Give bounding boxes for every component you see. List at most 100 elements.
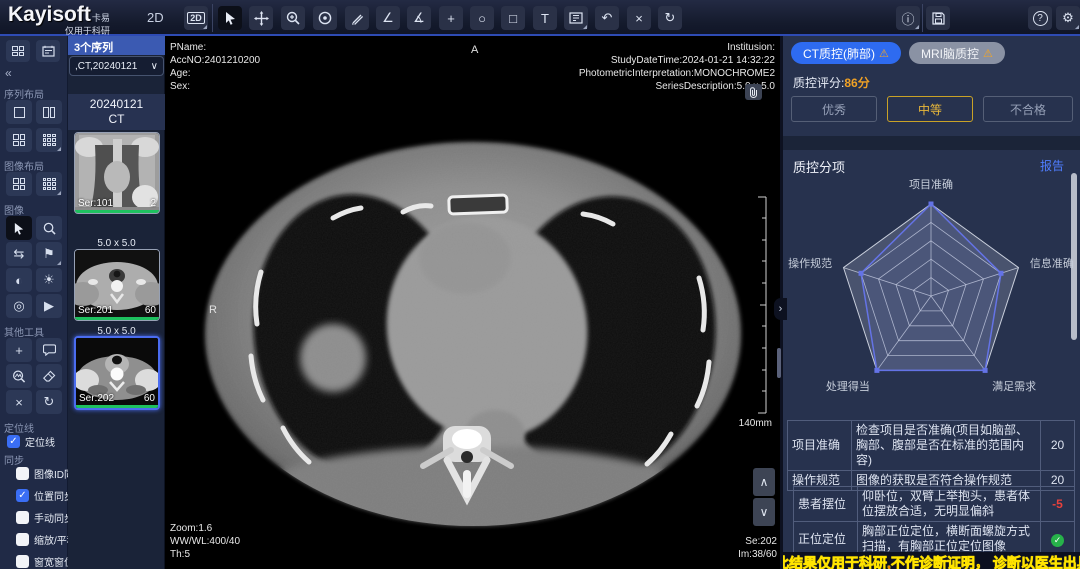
pan-tool-button[interactable] [249, 6, 273, 30]
img-layout-2x2-icon [13, 178, 25, 190]
grade-fail-button[interactable]: 不合格 [983, 96, 1073, 122]
panel-grid-toggle-button[interactable] [6, 40, 30, 62]
cursor-icon [224, 11, 237, 25]
image-cursor-button[interactable] [6, 216, 32, 240]
rect-roi-button[interactable]: □ [501, 6, 525, 30]
img-layout-2x2-button[interactable] [6, 172, 32, 196]
chevron-down-icon: ∨ [760, 505, 769, 519]
comment-tool-button[interactable] [36, 338, 62, 362]
warning-icon: ⚠ [879, 47, 889, 60]
cine-icon [569, 12, 583, 24]
cobb-angle-button[interactable]: ∡ [407, 6, 431, 30]
panel-grid-icon [12, 46, 24, 56]
layout-1x2-button[interactable] [36, 100, 62, 124]
img-layout-3x3-button[interactable] [36, 172, 62, 196]
qc-main-table: 项目准确 检查项目是否准确(项目如脑部、胸部、腹部是否在标准的范围内容) 20 … [787, 420, 1075, 491]
series-dropdown[interactable]: ,CT,20240121 ∨ [69, 56, 164, 76]
image-play-button[interactable]: ▶ [36, 294, 62, 318]
checkbox-loc-line[interactable]: ✓ 定位线 [7, 434, 55, 448]
series-dropdown-value: ,CT,20240121 [75, 61, 137, 72]
qc-score-label: 质控评分: [793, 76, 844, 90]
cobb-angle-icon: ∡ [413, 10, 425, 26]
undo-button[interactable]: ↶ [595, 6, 619, 30]
image-target-button[interactable]: ◎ [6, 294, 32, 318]
link-series-button[interactable] [745, 84, 762, 100]
crosshair-icon: + [447, 11, 455, 26]
mode-2d-label: 2D [147, 10, 164, 25]
help-button[interactable]: ? [1028, 6, 1052, 30]
2d-box-icon: 2D [187, 12, 205, 24]
qc-item-name: 项目准确 [788, 421, 852, 471]
cursor-tool-button[interactable] [218, 6, 242, 30]
checkbox-manual-sync[interactable]: 手动同步 [16, 510, 74, 524]
overlay-sex: Sex: [170, 80, 260, 93]
series-thumbnail-201[interactable]: Ser:201 60 [74, 249, 160, 321]
report-panel-toggle-button[interactable] [36, 40, 60, 62]
table-row: 患者摆位 仰卧位，双臂上举抱头，患者体位摆放合适，无明显偏斜 -5 [794, 487, 1075, 522]
section-sync: 同步 [4, 452, 24, 467]
window-level-button[interactable] [313, 6, 337, 30]
layout-3x3-button[interactable] [36, 128, 62, 152]
image-search-button[interactable] [36, 216, 62, 240]
text-icon: T [541, 11, 549, 26]
series-thumbnail-101[interactable]: Ser:101 2 [74, 132, 160, 214]
image-flip-button[interactable]: ⇆ [6, 242, 32, 266]
add-tool-button[interactable]: + [6, 338, 32, 362]
layout-1x1-button[interactable] [6, 100, 32, 124]
qc-panel: CT质控(肺部) ⚠ MRI脑质控 ⚠ 质控评分:86分 优秀 中等 不合格 质… [780, 36, 1080, 569]
checkbox-unchecked-icon [16, 555, 29, 568]
refresh-button[interactable]: ↻ [36, 390, 62, 414]
delete-annotation-button[interactable]: × [627, 6, 651, 30]
top-toolbar: Kayisoft卡易 仅用于科研 2D 2D ∠ ∡ + ○ □ T [0, 0, 1080, 36]
image-invert-button[interactable]: ◐ [6, 268, 32, 292]
reset-button[interactable]: ↻ [658, 6, 682, 30]
grade-medium-button[interactable]: 中等 [887, 96, 973, 122]
crosshair-tool-button[interactable]: + [439, 6, 463, 30]
image-flag-button[interactable]: ⚑ [36, 242, 62, 266]
next-image-button[interactable]: ∨ [753, 498, 775, 526]
grade-excellent-button[interactable]: 优秀 [791, 96, 877, 122]
tab-ct-qc[interactable]: CT质控(肺部) ⚠ [791, 42, 901, 64]
layout-2x2-button[interactable] [6, 128, 32, 152]
angle-tool-button[interactable]: ∠ [376, 6, 400, 30]
save-button[interactable] [926, 6, 950, 30]
app-logo: Kayisoft卡易 仅用于科研 [8, 3, 110, 37]
settings-button[interactable]: ⚙ [1056, 6, 1080, 30]
left-tool-sidebar: « 序列布局 图像布局 图像 ⇆ ⚑ ◐ ☀ ◎ ▶ 其他工具 + × ↻ 定位… [0, 36, 68, 569]
collapse-sidebar-button[interactable]: « [5, 66, 12, 80]
eraser-button[interactable] [36, 364, 62, 388]
prev-image-button[interactable]: ∧ [753, 468, 775, 496]
layout-2d-button[interactable]: 2D [184, 6, 208, 30]
measure-tool-button[interactable] [345, 6, 369, 30]
report-link[interactable]: 报告 [1040, 157, 1064, 174]
ct-axial-image [165, 36, 780, 569]
zoom-tool-button[interactable] [281, 6, 305, 30]
magnify-region-button[interactable] [6, 364, 32, 388]
image-brightness-button[interactable]: ☀ [36, 268, 62, 292]
angle-icon: ∠ [382, 10, 394, 26]
clear-all-button[interactable]: × [6, 390, 32, 414]
report-panel-icon [42, 45, 55, 57]
layout-3x3-icon [43, 134, 56, 146]
checkbox-position-sync[interactable]: ✓ 位置同步 [16, 488, 74, 502]
image-scrollbar-thumb[interactable] [777, 348, 781, 378]
ellipse-roi-button[interactable]: ○ [470, 6, 494, 30]
ct-viewport[interactable]: PName: AccNO:2401210200 Age: Sex: Instit… [165, 36, 780, 569]
checkbox-window-sync[interactable]: 窗宽窗位 [16, 554, 74, 568]
panel-expand-handle[interactable]: › [774, 298, 787, 320]
close-x-icon: × [635, 11, 643, 26]
overlay-institution: Institusion: [579, 41, 775, 54]
tab-mri-qc[interactable]: MRI脑质控 ⚠ [909, 42, 1005, 64]
report-info-button[interactable]: ⓘ [896, 6, 920, 30]
series-thumbnail-202-selected[interactable]: Ser:202 60 [74, 336, 160, 410]
cine-layout-button[interactable] [564, 6, 588, 30]
chevron-down-icon: ∨ [151, 61, 158, 72]
scale-ruler [757, 196, 767, 414]
thumb-series-number: Ser:202 [79, 393, 114, 404]
save-disk-icon [932, 12, 945, 25]
text-annotation-button[interactable]: T [533, 6, 557, 30]
qc-radar-chart: 项目准确信息准确满足需求处理得当操作规范 [786, 178, 1076, 420]
disclaimer-text: 此结果仅用于科研,不作诊断证明， 诊断以医生出具的诊断 [783, 553, 1080, 569]
overlay-photometric: PhotometricInterpretation:MONOCHROME2 [579, 67, 775, 80]
section-series-layout: 序列布局 [4, 86, 44, 101]
